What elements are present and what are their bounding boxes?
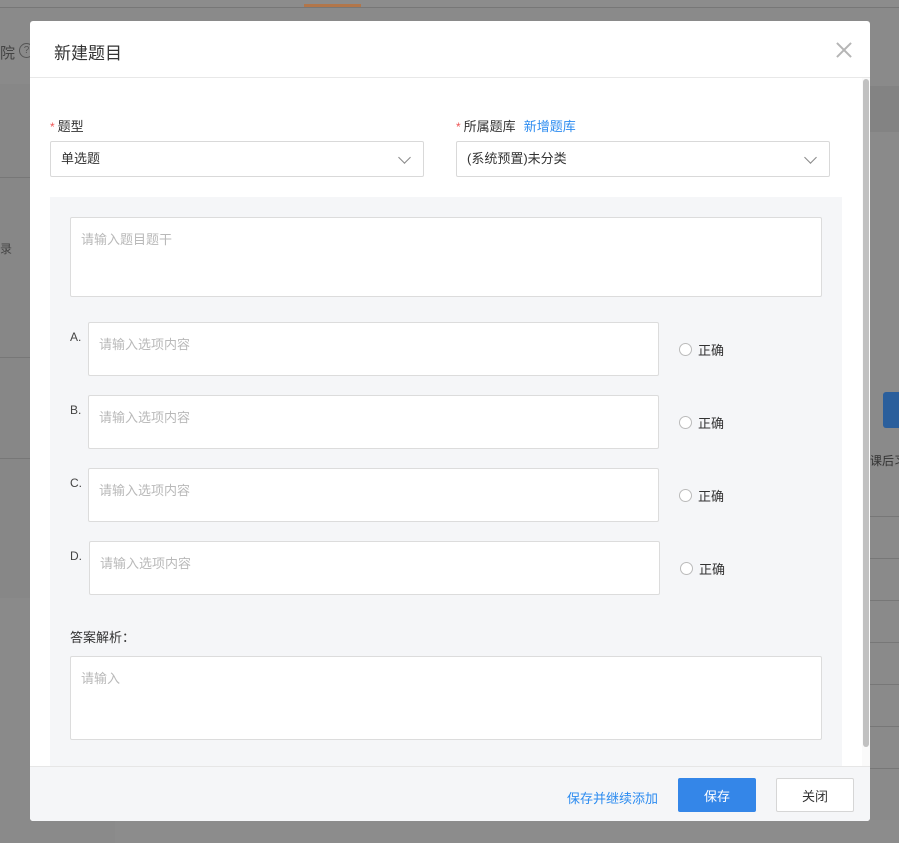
required-mark: * (456, 120, 461, 134)
question-bank-label-text: 所属题库 (463, 119, 516, 134)
background-right-text: 课后习 (870, 454, 899, 468)
answer-analysis-placeholder: 请输入 (81, 671, 121, 686)
option-letter-b: B. (70, 403, 82, 417)
question-type-label-text: 题型 (57, 119, 84, 134)
background-top-bar (0, 0, 899, 8)
add-question-bank-link[interactable]: 新增题库 (524, 119, 576, 134)
radio-icon (679, 343, 692, 356)
answer-analysis-label: 答案解析： (70, 630, 136, 645)
option-d-correct-radio[interactable]: 正确 (680, 559, 725, 578)
option-b-placeholder: 请输入选项内容 (99, 410, 191, 425)
question-stem-placeholder: 请输入题目题干 (81, 232, 173, 247)
dialog-footer: 保存并继续添加 保存 关闭 (30, 766, 870, 821)
option-c-input[interactable]: 请输入选项内容 (88, 468, 659, 522)
option-c-correct-label: 正确 (698, 489, 725, 504)
close-icon[interactable] (834, 40, 854, 60)
background-left-panel (0, 84, 30, 598)
answer-analysis-input[interactable]: 请输入 (70, 656, 822, 740)
new-question-dialog: 新建题目 * 题型 单选题 * 所属题库 新增题库 (系统预置)未分类 请输入题目题干… (30, 21, 870, 821)
option-letter-a: A. (70, 330, 82, 344)
option-c-correct-radio[interactable]: 正确 (679, 486, 724, 505)
option-letter-d: D. (70, 549, 82, 563)
background-table-rows (870, 475, 899, 805)
dialog-header: 新建题目 (30, 21, 870, 78)
radio-icon (680, 562, 693, 575)
background-right-button (883, 392, 899, 428)
option-c-placeholder: 请输入选项内容 (99, 483, 191, 498)
option-d-placeholder: 请输入选项内容 (100, 556, 192, 571)
scrollbar-thumb[interactable] (863, 79, 869, 747)
background-left-text: 院 (0, 45, 16, 62)
background-divider (0, 458, 30, 459)
option-a-placeholder: 请输入选项内容 (99, 337, 191, 352)
chevron-down-icon (804, 151, 817, 164)
question-bank-select[interactable]: (系统预置)未分类 (456, 141, 830, 177)
option-a-correct-label: 正确 (698, 343, 725, 358)
question-bank-value: (系统预置)未分类 (467, 151, 567, 166)
option-a-correct-radio[interactable]: 正确 (679, 340, 724, 359)
background-tab-indicator (304, 4, 361, 7)
question-type-select[interactable]: 单选题 (50, 141, 424, 177)
close-button[interactable]: 关闭 (776, 778, 854, 812)
question-type-value: 单选题 (61, 151, 101, 166)
radio-icon (679, 416, 692, 429)
required-mark: * (50, 120, 55, 134)
option-b-input[interactable]: 请输入选项内容 (88, 395, 659, 449)
option-letter-c: C. (70, 476, 82, 490)
dialog-title: 新建题目 (54, 44, 122, 63)
background-bottom-bar (115, 820, 899, 843)
option-a-input[interactable]: 请输入选项内容 (88, 322, 659, 376)
option-d-correct-label: 正确 (699, 562, 726, 577)
question-type-label: * 题型 (50, 116, 84, 135)
background-right-header (870, 86, 899, 132)
question-bank-label: * 所属题库 新增题库 (456, 116, 576, 135)
option-b-correct-radio[interactable]: 正确 (679, 413, 724, 432)
background-divider (0, 357, 30, 358)
radio-icon (679, 489, 692, 502)
save-and-continue-button[interactable]: 保存并继续添加 (567, 788, 658, 807)
option-b-correct-label: 正确 (698, 416, 725, 431)
background-divider (0, 177, 30, 178)
background-left-glyph: 录 (0, 242, 13, 256)
save-button[interactable]: 保存 (678, 778, 756, 812)
question-stem-input[interactable]: 请输入题目题干 (70, 217, 822, 297)
option-d-input[interactable]: 请输入选项内容 (89, 541, 660, 595)
chevron-down-icon (398, 151, 411, 164)
